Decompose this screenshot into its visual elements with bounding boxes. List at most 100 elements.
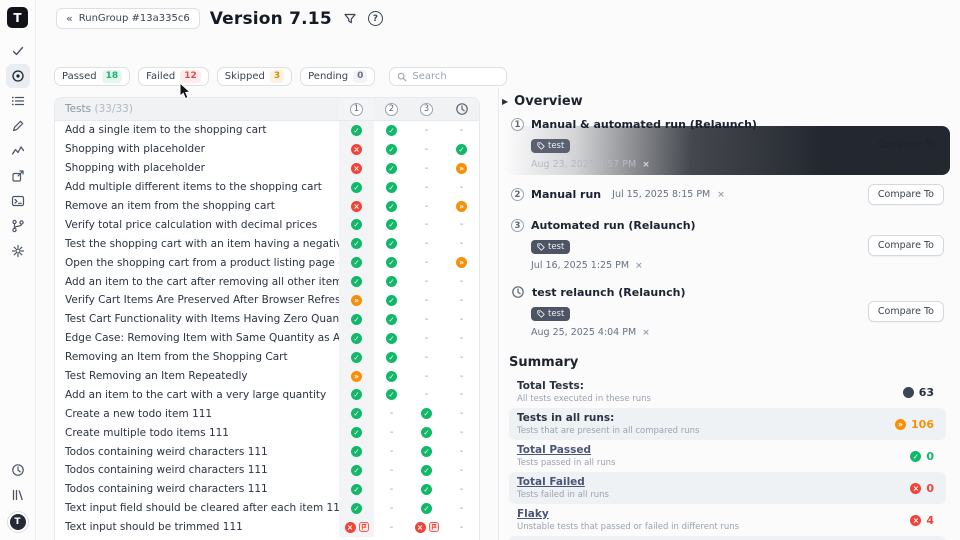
table-row[interactable]: Create multiple todo items 111✓-✓- [55,423,479,442]
run-column-header[interactable]: 2 [374,98,409,120]
rail-branch-icon[interactable] [6,214,30,238]
no-result-dash: - [425,352,429,363]
status-cell: - [444,461,479,480]
table-row[interactable]: Add multiple different items to the shop… [55,178,479,197]
summary-status-icon: × [910,483,921,494]
no-result-dash: - [425,238,429,249]
help-button[interactable]: ? [368,11,383,26]
comparison-panel: ▶ Overview 1Manual & automated run (Rela… [498,88,960,540]
collapse-panel-icon[interactable]: ▶ [502,97,508,106]
status-passed-icon: ✓ [386,238,397,249]
test-name: Todos containing weird characters 111 [55,464,339,476]
chip-count-badge: 0 [353,70,367,83]
no-result-dash: - [460,219,464,230]
status-cell: ✓ [374,140,409,159]
status-cell: - [409,234,444,253]
status-passed-icon: ✓ [386,333,397,344]
table-row[interactable]: Test Removing an Item Repeatedly»✓-- [55,367,479,386]
no-result-dash: - [460,408,464,419]
status-cell: ✓ [374,329,409,348]
summary-label[interactable]: Total Failed [517,476,910,488]
status-passed-icon: ✓ [351,314,362,325]
status-cell: ✓ [339,215,374,234]
no-result-dash: - [460,276,464,287]
rail-library-icon[interactable] [6,483,30,507]
table-row[interactable]: Shopping with placeholder×✓-✓ [55,140,479,159]
table-row[interactable]: Removing an Item from the Shopping Cart✓… [55,348,479,367]
status-cell: - [444,367,479,386]
no-result-dash: - [425,389,429,400]
status-cell: - [444,442,479,461]
search-input[interactable] [412,71,499,82]
filter-chip-failed[interactable]: Failed 12 [138,67,209,86]
compare-to-button[interactable]: Compare To [868,301,944,322]
summary-sublabel: Tests passed in all runs [517,458,910,468]
table-row[interactable]: Shopping with placeholder×✓-» [55,159,479,178]
filter-funnel-button[interactable] [342,11,358,27]
table-row[interactable]: Add an item to the cart after removing a… [55,272,479,291]
summary-label[interactable]: Total Passed [517,444,910,456]
compare-to-button[interactable]: Compare To [868,235,944,256]
comment-flag-icon[interactable] [429,522,439,532]
table-row[interactable]: Add a single item to the shopping cart✓✓… [55,121,479,140]
status-cell: - [444,404,479,423]
table-row[interactable]: Todos containing weird characters 111✓-✓… [55,461,479,480]
column-number-icon: 3 [420,103,433,116]
rail-clock-icon[interactable] [6,458,30,482]
status-cell: - [409,197,444,216]
table-row[interactable]: Test the shopping cart with an item havi… [55,234,479,253]
table-row[interactable]: Edge Case: Removing Item with Same Quant… [55,329,479,348]
summary-label[interactable]: Flaky [517,508,910,520]
table-row[interactable]: Verify total price calculation with deci… [55,215,479,234]
remove-run-icon[interactable]: × [717,190,725,200]
status-cell: ✓ [339,442,374,461]
status-skipped-icon: » [351,371,362,382]
no-result-dash: - [425,219,429,230]
rail-pen-icon[interactable] [6,114,30,138]
rail-target-icon[interactable] [6,64,30,88]
overview-run-item: 2 Manual run Jul 15, 2025 8:15 PM × Comp… [509,177,946,212]
no-result-dash: - [460,522,464,533]
rail-list-icon[interactable] [6,89,30,113]
rail-activity-icon[interactable] [6,139,30,163]
compare-to-button[interactable]: Compare To [868,134,944,155]
status-passed-icon: ✓ [456,144,467,155]
rungroup-back-button[interactable]: « RunGroup #13a335c6 [56,8,200,29]
run-column-header[interactable]: 3 [409,98,444,120]
rail-terminal-icon[interactable] [6,189,30,213]
table-row[interactable]: Test Cart Functionality with Items Havin… [55,310,479,329]
summary-value: 4 [926,514,934,527]
filter-chip-passed[interactable]: Passed 18 [54,67,130,86]
summary-value: 63 [919,386,934,399]
table-row[interactable]: Todos containing weird characters 111✓-✓… [55,442,479,461]
table-row[interactable]: Remove an item from the shopping cart×✓-… [55,197,479,216]
run-number-icon: 1 [511,118,524,131]
status-cell: - [444,423,479,442]
test-name: Removing an Item from the Shopping Cart [55,351,339,363]
remove-run-icon[interactable]: × [642,160,650,170]
compare-to-button[interactable]: Compare To [868,184,944,205]
comment-flag-icon[interactable] [359,522,369,532]
filter-chip-skipped[interactable]: Skipped 3 [217,67,292,86]
status-passed-icon: ✓ [386,276,397,287]
no-result-dash: - [390,522,394,533]
table-row[interactable]: Create a new todo item 111✓-✓- [55,404,479,423]
filter-chip-pending[interactable]: Pending 0 [300,67,375,86]
table-row[interactable]: Add an item to the cart with a very larg… [55,385,479,404]
run-column-header[interactable] [444,98,479,120]
table-row[interactable]: Todos containing weird characters 111✓-✓… [55,480,479,499]
rail-gear-icon[interactable] [6,239,30,263]
no-result-dash: - [425,333,429,344]
table-row[interactable]: Text input field should be cleared after… [55,499,479,518]
table-row[interactable]: Open the shopping cart from a product li… [55,253,479,272]
remove-run-icon[interactable]: × [635,261,643,271]
run-column-header[interactable]: 1 [339,98,374,120]
status-cell: - [409,178,444,197]
rail-export-icon[interactable] [6,164,30,188]
table-row[interactable]: Text input should be trimmed 111×-×- [55,518,479,537]
table-row[interactable]: Verify Cart Items Are Preserved After Br… [55,291,479,310]
run-name: Automated run (Relaunch) [531,219,696,232]
rail-check-icon[interactable] [6,39,30,63]
user-avatar[interactable]: T [8,512,28,532]
remove-run-icon[interactable]: × [642,328,650,338]
